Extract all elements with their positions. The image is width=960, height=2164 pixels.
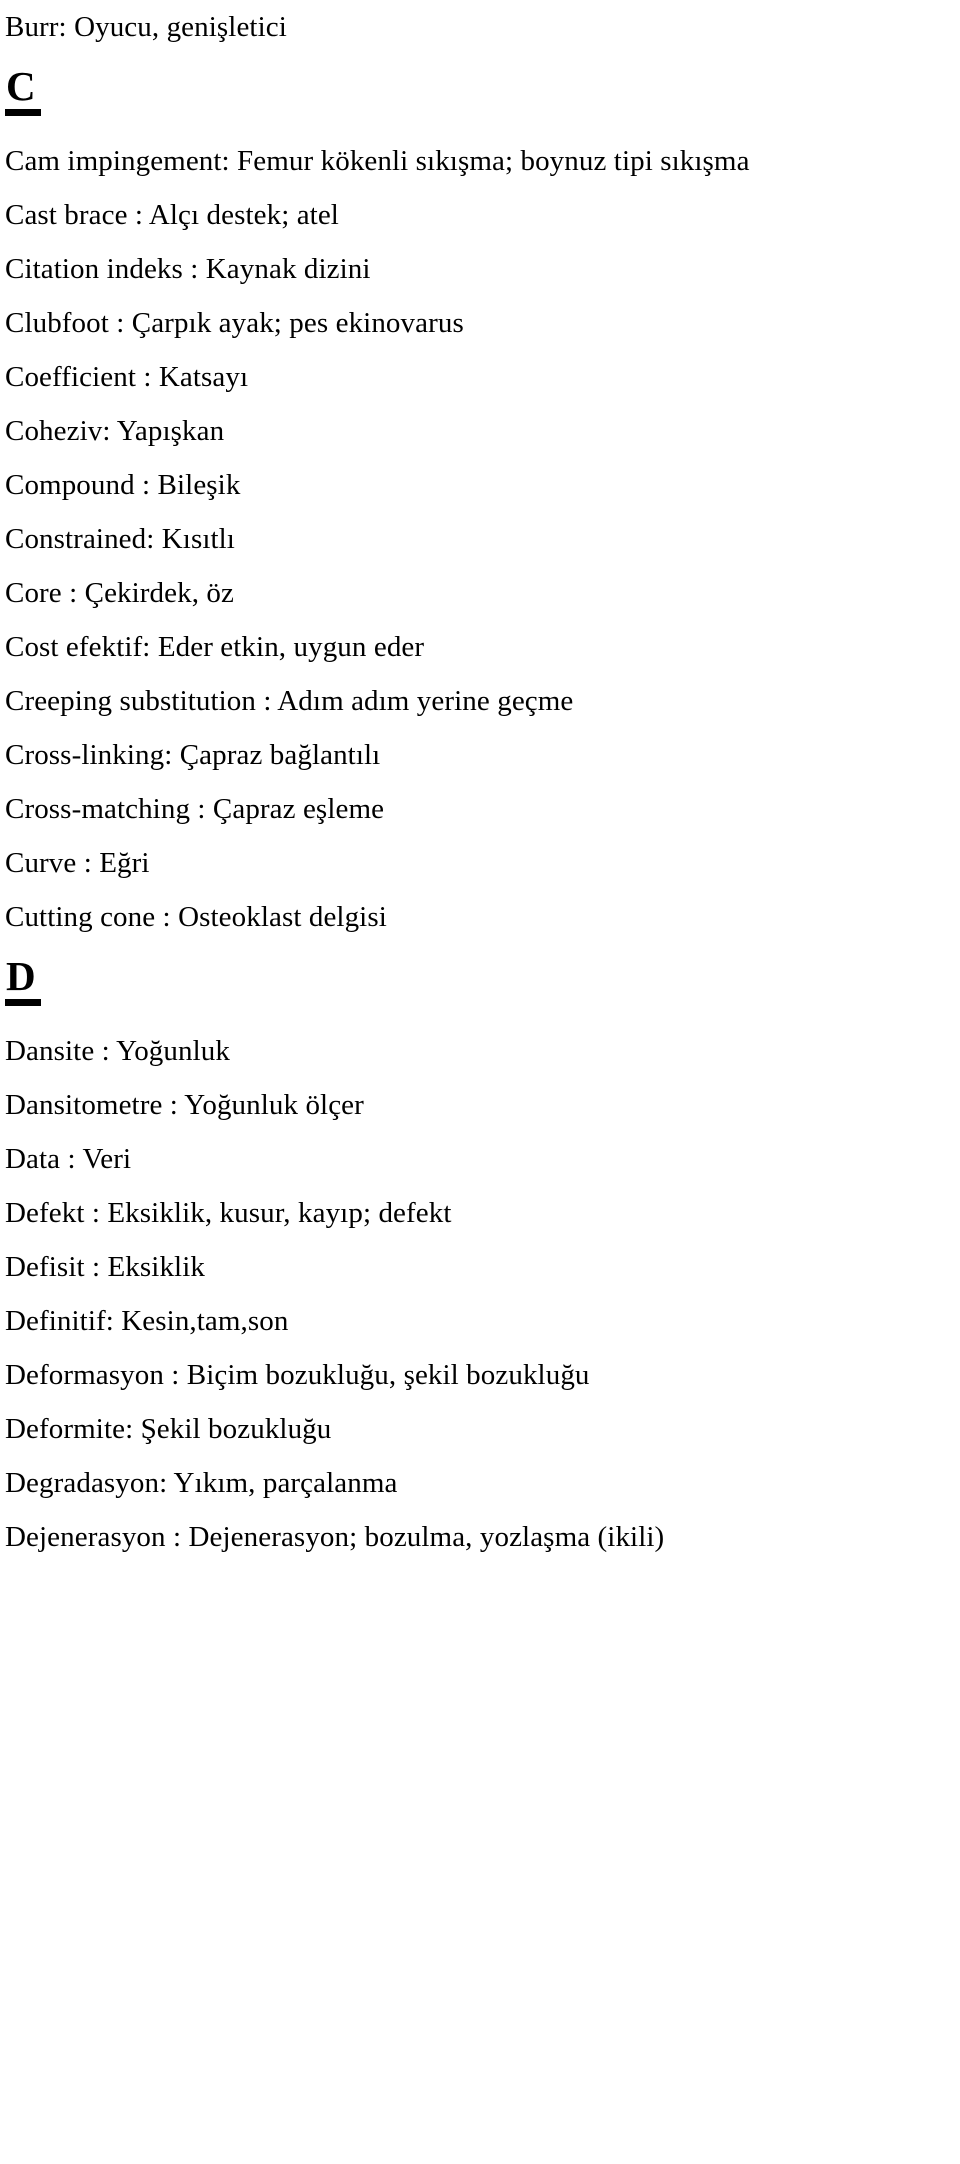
section-heading-letter: C (6, 63, 36, 109)
glossary-entry: Coheziv: Yapışkan (5, 415, 225, 447)
glossary-entry: Clubfoot : Çarpık ayak; pes ekinovarus (5, 307, 464, 339)
section-heading-d: D (5, 954, 41, 1006)
glossary-entry: Dejenerasyon : Dejenerasyon; bozulma, yo… (5, 1521, 665, 1553)
glossary-entry: Deformite: Şekil bozukluğu (5, 1413, 332, 1445)
glossary-entry: Deformasyon : Biçim bozukluğu, şekil boz… (5, 1359, 590, 1391)
glossary-entry: Burr: Oyucu, genişletici (5, 11, 287, 43)
glossary-entry: Cam impingement: Femur kökenli sıkışma; … (5, 145, 750, 177)
glossary-entry: Cross-matching : Çapraz eşleme (5, 793, 385, 825)
glossary-entry: Data : Veri (5, 1143, 132, 1175)
glossary-entry: Core : Çekirdek, öz (5, 577, 235, 609)
glossary-entry: Cast brace : Alçı destek; atel (5, 199, 339, 231)
glossary-entry: Defekt : Eksiklik, kusur, kayıp; defekt (5, 1197, 452, 1229)
glossary-page: Burr: Oyucu, genişletici C Cam impingement… (0, 0, 960, 2164)
glossary-entry: Creeping substitution : Adım adım yerine… (5, 685, 574, 717)
glossary-entry: Definitif: Kesin,tam,son (5, 1305, 289, 1337)
glossary-entry: Citation indeks : Kaynak dizini (5, 253, 371, 285)
glossary-entry: Curve : Eğri (5, 847, 150, 879)
section-heading-underline (5, 999, 41, 1006)
section-heading-letter: D (6, 953, 36, 999)
section-heading-c: C (5, 64, 41, 116)
glossary-entry: Cross-linking: Çapraz bağlantılı (5, 739, 381, 771)
glossary-entry: Compound : Bileşik (5, 469, 241, 501)
glossary-entry: Defisit : Eksiklik (5, 1251, 205, 1283)
glossary-entry: Cost efektif: Eder etkin, uygun eder (5, 631, 425, 663)
glossary-entry: Cutting cone : Osteoklast delgisi (5, 901, 387, 933)
section-heading-underline (5, 109, 41, 116)
glossary-entry: Coefficient : Katsayı (5, 361, 249, 393)
glossary-entry: Dansitometre : Yoğunluk ölçer (5, 1089, 364, 1121)
glossary-entry: Constrained: Kısıtlı (5, 523, 235, 555)
glossary-entry: Degradasyon: Yıkım, parçalanma (5, 1467, 398, 1499)
glossary-entry: Dansite : Yoğunluk (5, 1035, 230, 1067)
